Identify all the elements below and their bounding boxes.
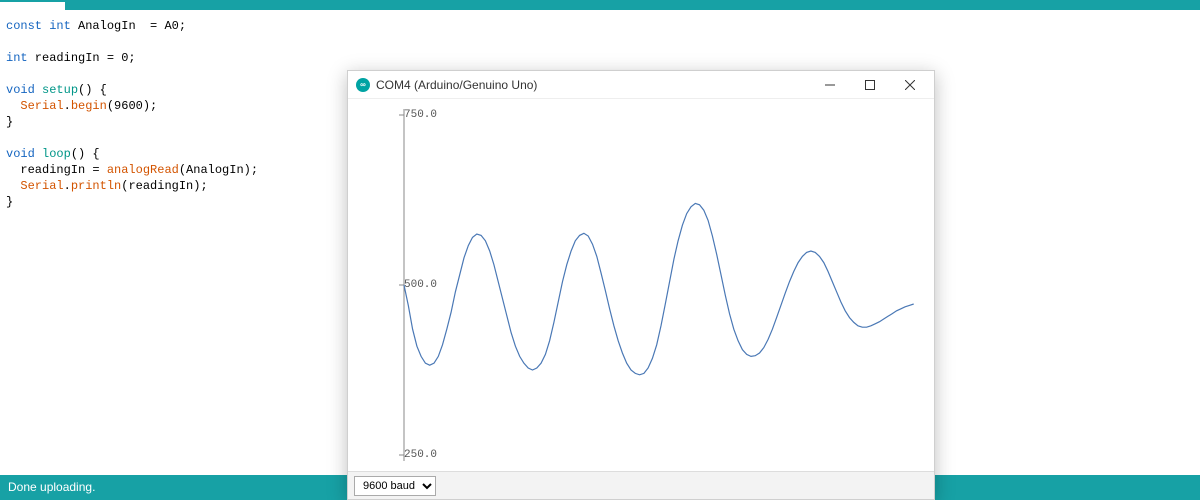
code-text: . bbox=[64, 99, 71, 113]
plotter-bottombar: 9600 baud bbox=[348, 471, 934, 499]
close-icon bbox=[905, 80, 915, 90]
code-text: readingIn = bbox=[6, 163, 107, 177]
fn-println: println bbox=[71, 179, 121, 193]
chart-area: 250.0500.0750.0 bbox=[362, 103, 922, 467]
window-controls bbox=[810, 71, 930, 99]
minimize-icon bbox=[825, 80, 835, 90]
kw-void: void bbox=[6, 147, 35, 161]
kw-void: void bbox=[6, 83, 35, 97]
fn-setup: setup bbox=[42, 83, 78, 97]
kw-int: int bbox=[6, 51, 28, 65]
obj-serial: Serial bbox=[20, 99, 63, 113]
baud-select[interactable]: 9600 baud bbox=[354, 476, 436, 496]
code-text: AnalogIn = A0; bbox=[71, 19, 186, 33]
maximize-button[interactable] bbox=[850, 71, 890, 99]
kw-const: const bbox=[6, 19, 42, 33]
code-text: () { bbox=[71, 147, 100, 161]
chart-svg bbox=[362, 103, 922, 467]
code-text: readingIn = 0; bbox=[28, 51, 136, 65]
code-text: } bbox=[6, 115, 13, 129]
fn-analogread: analogRead bbox=[107, 163, 179, 177]
ide-toolbar bbox=[0, 0, 1200, 10]
maximize-icon bbox=[865, 80, 875, 90]
code-text bbox=[6, 179, 20, 193]
status-text: Done uploading. bbox=[8, 480, 95, 494]
kw-int: int bbox=[49, 19, 71, 33]
close-button[interactable] bbox=[890, 71, 930, 99]
code-text bbox=[6, 99, 20, 113]
arduino-icon-glyph: ∞ bbox=[360, 80, 366, 89]
ide-active-tab[interactable] bbox=[0, 0, 65, 10]
code-text: . bbox=[64, 179, 71, 193]
fn-begin: begin bbox=[71, 99, 107, 113]
code-text: } bbox=[6, 195, 13, 209]
code-text: (9600); bbox=[107, 99, 157, 113]
serial-plotter-window: ∞ COM4 (Arduino/Genuino Uno) 250.0500.07… bbox=[347, 70, 935, 500]
minimize-button[interactable] bbox=[810, 71, 850, 99]
code-text: (readingIn); bbox=[121, 179, 207, 193]
obj-serial: Serial bbox=[20, 179, 63, 193]
code-text: () { bbox=[78, 83, 107, 97]
arduino-icon: ∞ bbox=[356, 78, 370, 92]
code-text: (AnalogIn); bbox=[179, 163, 258, 177]
plotter-titlebar[interactable]: ∞ COM4 (Arduino/Genuino Uno) bbox=[348, 71, 934, 99]
fn-loop: loop bbox=[42, 147, 71, 161]
plotter-title: COM4 (Arduino/Genuino Uno) bbox=[376, 78, 537, 92]
